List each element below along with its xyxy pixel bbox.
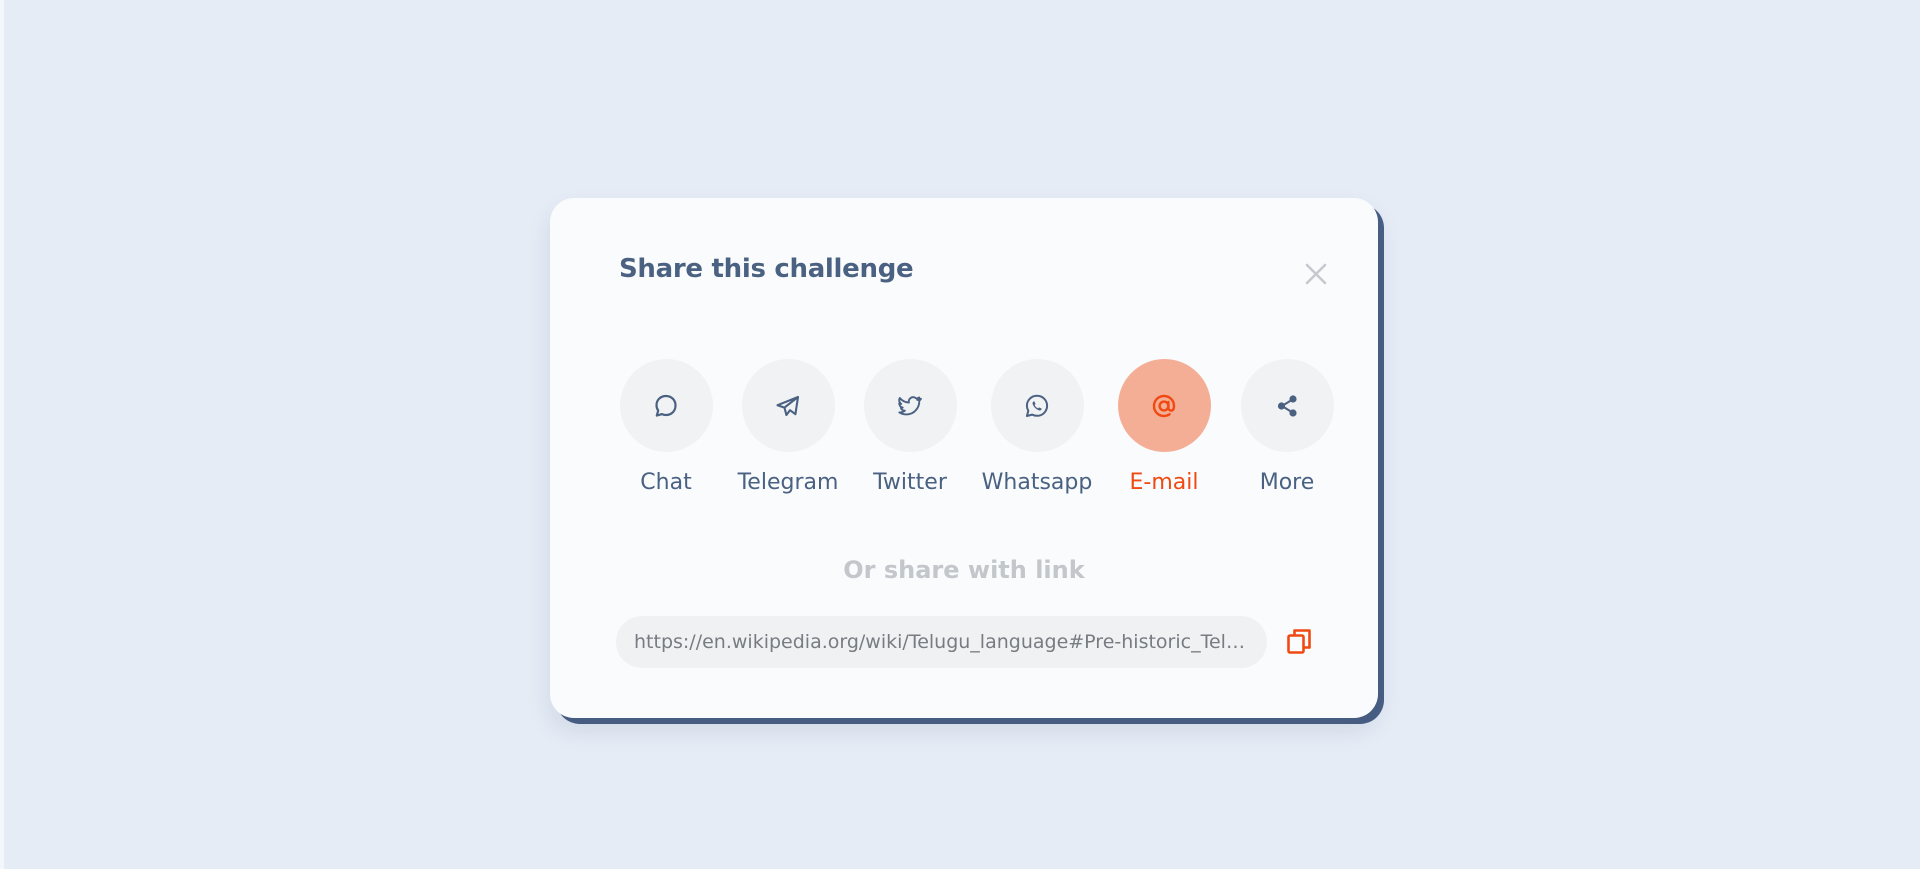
- share-circle-twitter[interactable]: [863, 359, 957, 452]
- share-label-email: E-mail: [1129, 470, 1199, 495]
- telegram-plane-icon: [773, 391, 803, 421]
- copy-icon: [1282, 624, 1318, 660]
- share-circle-whatsapp[interactable]: [990, 359, 1084, 452]
- share-option-whatsapp[interactable]: Whatsapp: [977, 359, 1097, 495]
- share-label-telegram: Telegram: [737, 470, 839, 495]
- share-options: Chat Telegram Twitter Whatsapp E-mail Mo…: [606, 359, 1334, 499]
- share-modal: Share this challenge Chat Telegram Twitt…: [550, 198, 1378, 718]
- share-option-twitter[interactable]: Twitter: [850, 359, 970, 495]
- whatsapp-icon: [1022, 391, 1052, 421]
- copy-link-button[interactable]: [1282, 624, 1318, 660]
- share-label-more: More: [1259, 470, 1315, 495]
- share-nodes-icon: [1272, 391, 1302, 421]
- close-icon: [1298, 256, 1334, 292]
- modal-title: Share this challenge: [619, 254, 914, 284]
- close-button[interactable]: [1298, 256, 1334, 292]
- at-sign-icon: [1149, 391, 1179, 421]
- share-link-field[interactable]: [616, 616, 1267, 668]
- share-option-telegram[interactable]: Telegram: [728, 359, 848, 495]
- share-label-whatsapp: Whatsapp: [981, 470, 1093, 495]
- share-circle-email[interactable]: [1117, 359, 1211, 452]
- share-label-chat: Chat: [640, 470, 692, 495]
- share-link-heading: Or share with link: [843, 556, 1085, 584]
- share-option-email[interactable]: E-mail: [1104, 359, 1224, 495]
- share-circle-more[interactable]: [1240, 359, 1334, 452]
- share-circle-telegram[interactable]: [741, 359, 835, 452]
- share-circle-chat[interactable]: [619, 359, 713, 452]
- page-background: Share this challenge Chat Telegram Twitt…: [4, 0, 1920, 869]
- share-option-more[interactable]: More: [1227, 359, 1347, 495]
- chat-bubble-icon: [651, 391, 681, 421]
- share-option-chat[interactable]: Chat: [606, 359, 726, 495]
- twitter-bird-icon: [895, 391, 925, 421]
- share-label-twitter: Twitter: [873, 470, 947, 495]
